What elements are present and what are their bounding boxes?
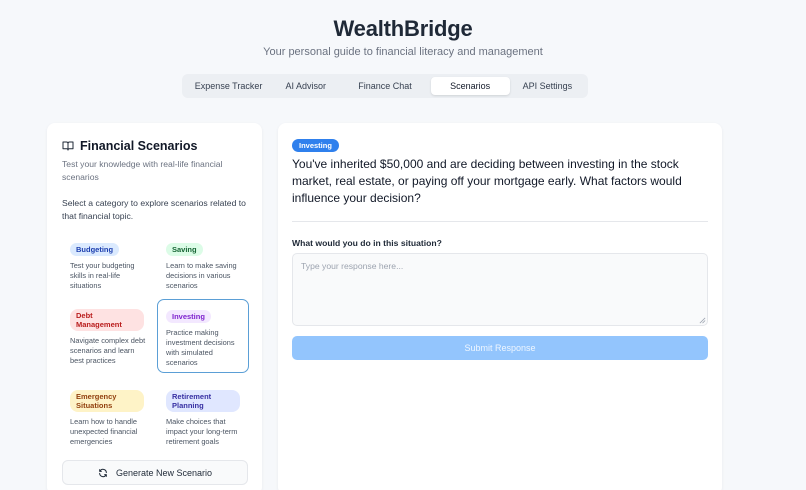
scenarios-panel: Financial Scenarios Test your knowledge … [47,123,262,490]
category-emergency-situations[interactable]: Emergency Situations Learn how to handle… [62,384,154,458]
tab-api-settings[interactable]: API Settings [510,77,585,95]
scenarios-panel-description: Test your knowledge with real-life finan… [62,159,223,182]
category-saving[interactable]: Saving Learn to make saving decisions in… [158,233,250,307]
response-label: What would you do in this situation? [292,238,442,248]
category-description: Make choices that impact your long-term … [166,417,238,446]
response-input[interactable] [292,253,708,326]
divider [292,221,708,222]
scenarios-panel-instruction: Select a category to explore scenarios r… [62,198,246,221]
category-description: Practice making investment decisions wit… [166,328,235,367]
category-badge: Budgeting [70,243,120,256]
category-retirement-planning[interactable]: Retirement Planning Make choices that im… [158,384,250,458]
generate-button-label: Generate New Scenario [115,467,213,478]
refresh-icon [99,468,107,477]
category-badge: Investing [166,310,211,323]
category-description: Learn how to handle unexpected financial… [70,417,138,446]
tab-expense-tracker[interactable]: Expense Tracker [185,77,272,95]
scenarios-panel-header: Financial Scenarios [62,139,197,153]
category-description: Learn to make saving decisions in variou… [166,261,237,290]
scenarios-panel-title: Financial Scenarios [80,139,198,153]
main-tabs: Expense Tracker AI Advisor Finance Chat … [182,74,588,98]
resize-handle-icon[interactable] [699,317,706,324]
book-open-icon [62,141,74,151]
category-badge: Debt Management [70,309,144,331]
tab-scenarios[interactable]: Scenarios [430,77,510,95]
category-budgeting[interactable]: Budgeting Test your budgeting skills in … [62,233,154,307]
scenario-category-tag: Investing [292,139,339,152]
category-badge: Retirement Planning [166,390,240,412]
category-badge: Emergency Situations [70,390,144,412]
category-debt-management[interactable]: Debt Management Navigate complex debt sc… [62,303,154,377]
generate-new-scenario-button[interactable]: Generate New Scenario [62,460,248,485]
app-subtitle: Your personal guide to financial literac… [263,46,543,58]
app-title: WealthBridge [333,16,473,41]
category-investing[interactable]: Investing Practice making investment dec… [157,299,249,373]
tab-ai-advisor[interactable]: AI Advisor [272,77,339,95]
category-badge: Saving [166,243,203,256]
category-description: Test your budgeting skills in real-life … [70,261,135,290]
scenario-question: You've inherited $50,000 and are decidin… [292,157,682,205]
scenario-panel: Investing You've inherited $50,000 and a… [278,123,722,490]
category-description: Navigate complex debt scenarios and lear… [70,336,146,365]
tab-finance-chat[interactable]: Finance Chat [339,77,430,95]
submit-response-button[interactable]: Submit Response [292,336,708,360]
